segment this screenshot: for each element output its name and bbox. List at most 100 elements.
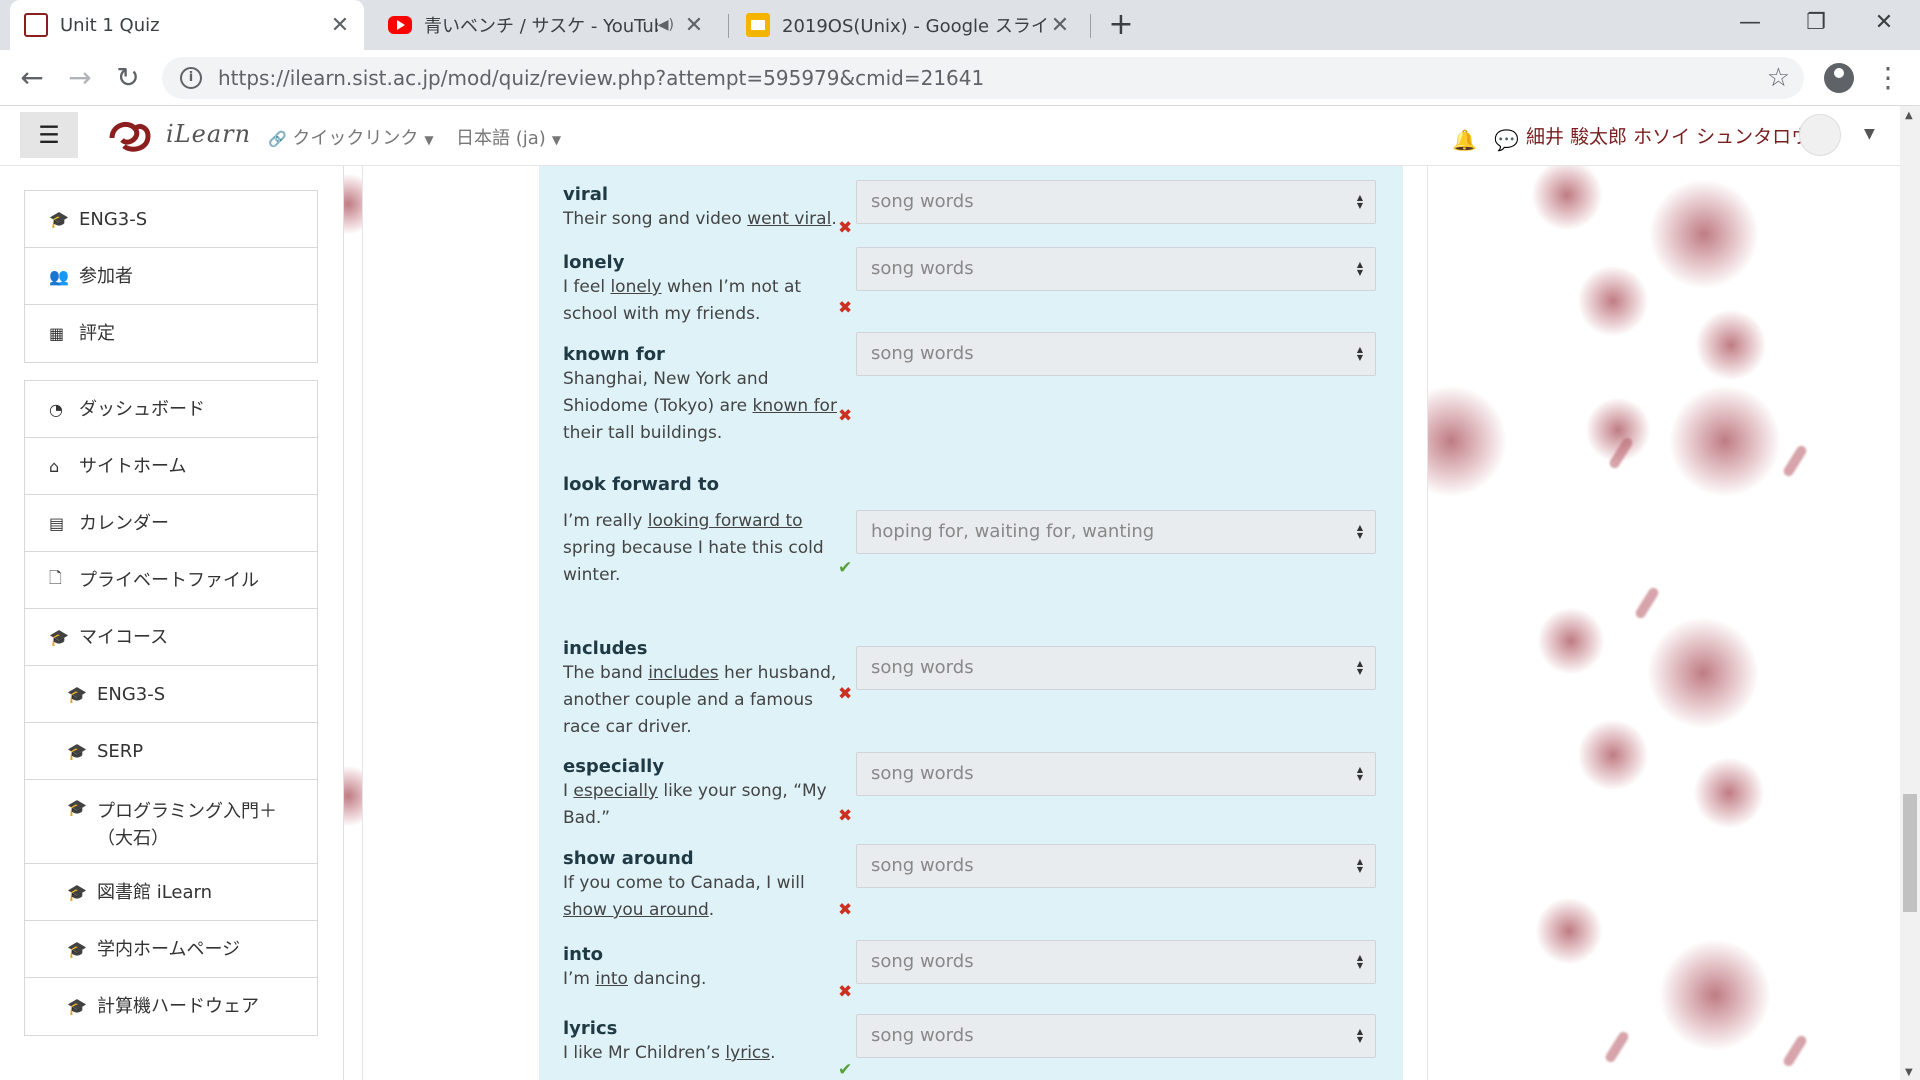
answer-value: song words (871, 763, 974, 784)
background-blob (1696, 310, 1766, 380)
scroll-down-arrow-icon[interactable]: ▼ (1905, 1067, 1913, 1078)
answer-select[interactable]: song words ▲ ▼ (856, 332, 1376, 376)
table-icon: ▦ (49, 324, 65, 343)
moodle-icon (24, 13, 48, 37)
background-blob (1650, 180, 1758, 288)
site-name[interactable]: iLearn (166, 120, 251, 148)
bell-icon[interactable]: 🔔 (1452, 128, 1477, 152)
quick-links-menu[interactable]: 🔗 クイックリンク ▼ (268, 124, 434, 150)
nav-item-library-ilearn[interactable]: 🎓 図書館 iLearn (25, 864, 317, 921)
underlined-phrase: known for (752, 396, 837, 416)
bookmark-star-icon[interactable]: ☆ (1767, 63, 1790, 93)
close-tab-icon[interactable]: ✕ (1050, 13, 1070, 38)
nav-item-dashboard[interactable]: ◔ ダッシュボード (25, 381, 317, 438)
right-background (1428, 166, 1900, 1080)
window-close-button[interactable]: ✕ (1864, 8, 1904, 38)
new-tab-button[interactable]: + (1104, 8, 1138, 42)
tab-google-slides[interactable]: 2019OS(Unix) - Google スライド ✕ (732, 0, 1084, 50)
avatar[interactable] (1799, 114, 1841, 156)
answer-select[interactable]: song words ▲ ▼ (856, 180, 1376, 224)
sort-arrows-icon: ▲ ▼ (1356, 1026, 1363, 1044)
question-word: into (563, 944, 603, 965)
question-sentence: I like Mr Children’s lyrics. (563, 1040, 839, 1067)
quiz-question-panel: viral Their song and video went viral. ✖… (539, 166, 1403, 1080)
caret-down-icon[interactable]: ▼ (1864, 126, 1875, 142)
answer-select[interactable]: song words ▲ ▼ (856, 940, 1376, 984)
sort-arrows-icon: ▲ ▼ (1356, 856, 1363, 874)
reload-icon[interactable]: ↻ (110, 60, 146, 96)
incorrect-icon: ✖ (838, 982, 853, 1002)
address-bar[interactable]: i https://ilearn.sist.ac.jp/mod/quiz/rev… (162, 57, 1804, 99)
sentence-text: I feel (563, 277, 611, 297)
sentence-text: . (831, 209, 837, 229)
forward-arrow-icon[interactable]: → (62, 60, 98, 96)
answer-select[interactable]: song words ▲ ▼ (856, 247, 1376, 291)
users-icon: 👥 (49, 266, 69, 286)
answer-select[interactable]: song words ▲ ▼ (856, 646, 1376, 690)
close-tab-icon[interactable]: ✕ (330, 13, 350, 38)
background-blob (1578, 720, 1648, 790)
nav-item-campus-homepage[interactable]: 🎓 学内ホームページ (25, 921, 317, 978)
restore-button[interactable]: ❐ (1796, 8, 1836, 38)
minimize-button[interactable]: — (1730, 8, 1770, 38)
sentence-text: I’m (563, 969, 596, 989)
nav-item-eng3-s[interactable]: 🎓 ENG3-S (25, 191, 317, 248)
sentence-text: The band (563, 663, 649, 683)
nav-item-grades[interactable]: ▦ 評定 (25, 305, 317, 362)
answer-select[interactable]: song words ▲ ▼ (856, 844, 1376, 888)
question-sentence: Their song and video went viral. (563, 206, 839, 233)
answer-select[interactable]: hoping for, waiting for, wanting ▲ ▼ (856, 510, 1376, 554)
sentence-text: dancing. (627, 969, 707, 989)
background-blob (1536, 898, 1602, 964)
underlined-phrase: looking forward to (647, 511, 803, 531)
underlined-phrase: lyrics (725, 1043, 771, 1063)
scrollbar-thumb[interactable] (1903, 794, 1917, 912)
nav-item-serp[interactable]: 🎓 SERP (25, 723, 317, 780)
nav-item-private-files[interactable]: 🗋 プライベートファイル (25, 552, 317, 609)
sentence-text: I (563, 781, 574, 801)
tab-unit-1-quiz[interactable]: Unit 1 Quiz ✕ (10, 0, 364, 50)
info-icon[interactable]: i (180, 67, 202, 89)
sentence-text: their tall buildings. (563, 423, 723, 443)
back-arrow-icon[interactable]: ← (14, 60, 50, 96)
nav-item-site-home[interactable]: ⌂ サイトホーム (25, 438, 317, 495)
question-word: especially (563, 756, 665, 777)
answer-value: song words (871, 343, 974, 364)
language-menu[interactable]: 日本語 (ja) ▼ (456, 124, 561, 150)
scroll-up-arrow-icon[interactable]: ▲ (1905, 110, 1913, 121)
kebab-menu-icon[interactable]: ⋮ (1874, 60, 1902, 96)
account-icon[interactable] (1824, 63, 1854, 93)
nav-item-label: 図書館 iLearn (97, 881, 213, 903)
chat-icon[interactable]: 💬 (1494, 128, 1519, 152)
nav-item-computer-hardware[interactable]: 🎓 計算機ハードウェア (25, 978, 317, 1035)
course-nav-block: 🎓 ENG3-S 👥 参加者 ▦ 評定 (24, 190, 318, 363)
nav-item-my-courses[interactable]: 🎓 マイコース (25, 609, 317, 666)
tab-title: Unit 1 Quiz (60, 14, 160, 36)
nav-item-label: 学内ホームページ (97, 938, 241, 960)
answer-select[interactable]: song words ▲ ▼ (856, 752, 1376, 796)
close-tab-icon[interactable]: ✕ (684, 13, 704, 38)
speaker-icon[interactable]: ◀) (658, 17, 674, 33)
left-navigation: 🎓 ENG3-S 👥 参加者 ▦ 評定 ◔ ダッシュボード ⌂ サイトホーム ▤ カレンダー… (0, 166, 344, 1080)
sort-arrows-icon: ▲ ▼ (1356, 764, 1363, 782)
answer-value: hoping for, waiting for, wanting (871, 521, 1155, 542)
nav-item-calendar[interactable]: ▤ カレンダー (25, 495, 317, 552)
user-name[interactable]: 細井 駿太郎 ホソイ シュンタロウ (1526, 122, 1810, 149)
question-sentence: I especially like your song, “My Bad.” (563, 778, 839, 832)
sort-arrows-icon: ▲ ▼ (1356, 658, 1363, 676)
correct-icon: ✔ (838, 1060, 853, 1080)
incorrect-icon: ✖ (838, 218, 853, 238)
nav-item-participants[interactable]: 👥 参加者 (25, 248, 317, 305)
incorrect-icon: ✖ (838, 298, 853, 318)
ilearn-logo[interactable] (106, 116, 154, 154)
question-word: lyrics (563, 1018, 618, 1039)
nav-item-eng3-s[interactable]: 🎓 ENG3-S (25, 666, 317, 723)
nav-item-programming-intro[interactable]: 🎓 プログラミング入門＋（大石） (25, 780, 317, 864)
graduation-cap-icon: 🎓 (67, 798, 87, 817)
background-blob (1532, 166, 1602, 230)
background-blob (1648, 618, 1758, 728)
answer-select[interactable]: song words ▲ ▼ (856, 1014, 1376, 1058)
hamburger-menu-icon[interactable]: ☰ (20, 112, 78, 158)
tab-youtube[interactable]: 青いベンチ / サスケ - YouTube ◀) ✕ (374, 0, 718, 50)
page-scrollbar[interactable]: ▲ ▼ (1900, 106, 1920, 1080)
